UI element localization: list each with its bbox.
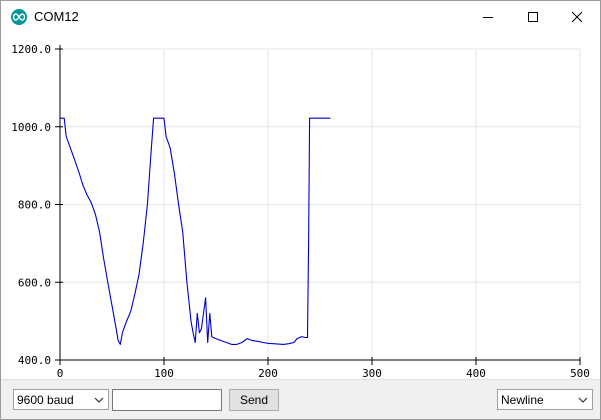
- send-button[interactable]: Send: [229, 389, 279, 411]
- baud-rate-select[interactable]: 9600 baud: [13, 389, 109, 410]
- minimize-icon: [483, 16, 493, 18]
- x-tick-label: 100: [154, 367, 174, 379]
- x-tick-label: 0: [57, 367, 64, 379]
- y-tick-label: 600.0: [18, 276, 51, 289]
- bottom-toolbar: 9600 baud Send Newline: [1, 379, 600, 419]
- maximize-icon: [528, 11, 538, 22]
- series-line: [60, 117, 331, 345]
- line-ending-value: Newline: [501, 392, 544, 407]
- arduino-infinity-icon: [11, 9, 27, 25]
- plot-area: 400.0 600.0 800.0 1000.0 1200.0 0 100 200 300 400…: [1, 32, 600, 379]
- y-tick-label: 1200.0: [11, 43, 51, 56]
- x-tick-label: 200: [258, 367, 278, 379]
- window-title: COM12: [34, 9, 79, 24]
- x-tick-label: 500: [570, 367, 590, 379]
- baud-rate-value: 9600 baud: [17, 392, 74, 407]
- chevron-down-icon: [94, 397, 104, 403]
- serial-plotter-window: COM12 400.0 600.0 800.0 1000.0 1200.0 0 100 200…: [0, 0, 601, 420]
- y-tick-label: 1000.0: [11, 121, 51, 134]
- maximize-button[interactable]: [510, 1, 556, 32]
- x-tick-label: 400: [466, 367, 486, 379]
- close-icon: [571, 11, 583, 22]
- line-ending-select[interactable]: Newline: [497, 389, 593, 410]
- chevron-down-icon: [578, 397, 588, 403]
- line-chart: 400.0 600.0 800.0 1000.0 1200.0 0 100 200 300 400…: [11, 43, 590, 379]
- close-button[interactable]: [554, 1, 600, 32]
- minimize-button[interactable]: [465, 1, 511, 32]
- y-tick-label: 400.0: [18, 354, 51, 367]
- x-tick-label: 300: [362, 367, 382, 379]
- title-bar[interactable]: COM12: [1, 1, 600, 32]
- y-tick-label: 800.0: [18, 199, 51, 212]
- message-input[interactable]: [112, 389, 222, 411]
